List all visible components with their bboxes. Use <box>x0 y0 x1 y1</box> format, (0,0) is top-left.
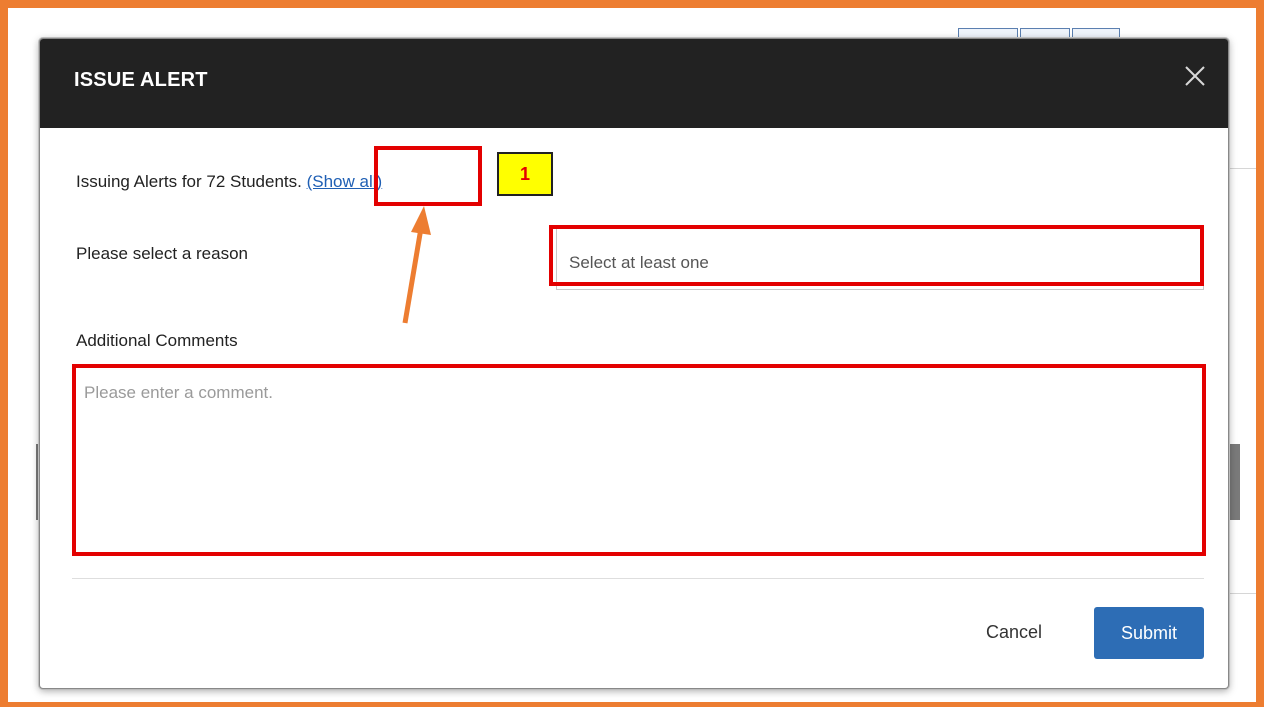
screenshot-frame <box>0 0 1264 707</box>
